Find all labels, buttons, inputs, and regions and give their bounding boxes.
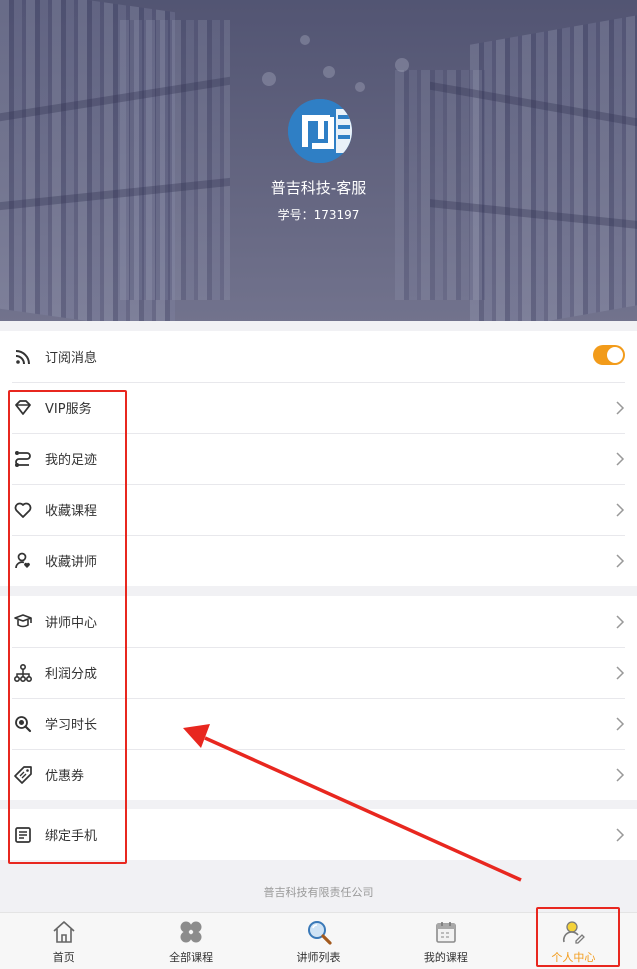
menu-label: 订阅消息	[45, 351, 98, 366]
company-footer: 普吉科技有限责任公司	[263, 886, 374, 899]
rss-icon	[15, 350, 30, 365]
tab-label: 全部课程	[169, 951, 214, 964]
tab-label: 我的课程	[423, 951, 468, 964]
tab-home[interactable]: 首页	[0, 913, 127, 969]
profile-name: 普吉科技-客服	[270, 179, 367, 197]
annotation-box-menu	[8, 390, 127, 864]
chevron-right-icon	[616, 828, 625, 842]
tab-label: 首页	[52, 951, 75, 964]
tab-all-courses[interactable]: 全部课程	[127, 913, 254, 969]
chevron-right-icon	[616, 554, 625, 568]
chevron-right-icon	[616, 666, 625, 680]
student-id: 学号：173197	[277, 208, 360, 222]
chevron-right-icon	[616, 717, 625, 731]
avatar[interactable]	[288, 99, 352, 163]
chevron-right-icon	[616, 615, 625, 629]
annotation-box-tab	[536, 907, 620, 967]
chevron-right-icon	[616, 768, 625, 782]
calendar-icon	[436, 922, 456, 943]
tab-label: 讲师列表	[296, 951, 341, 964]
clover-icon	[180, 921, 202, 943]
tab-my-courses[interactable]: 我的课程	[382, 913, 509, 969]
home-icon	[53, 921, 75, 943]
chevron-right-icon	[616, 401, 625, 415]
chevron-right-icon	[616, 452, 625, 466]
tab-lecturer-list[interactable]: 讲师列表	[255, 913, 382, 969]
menu-item-subscribe: 订阅消息	[0, 331, 637, 382]
subscribe-toggle[interactable]	[593, 345, 625, 365]
chevron-right-icon	[616, 503, 625, 517]
search-icon	[307, 921, 332, 945]
